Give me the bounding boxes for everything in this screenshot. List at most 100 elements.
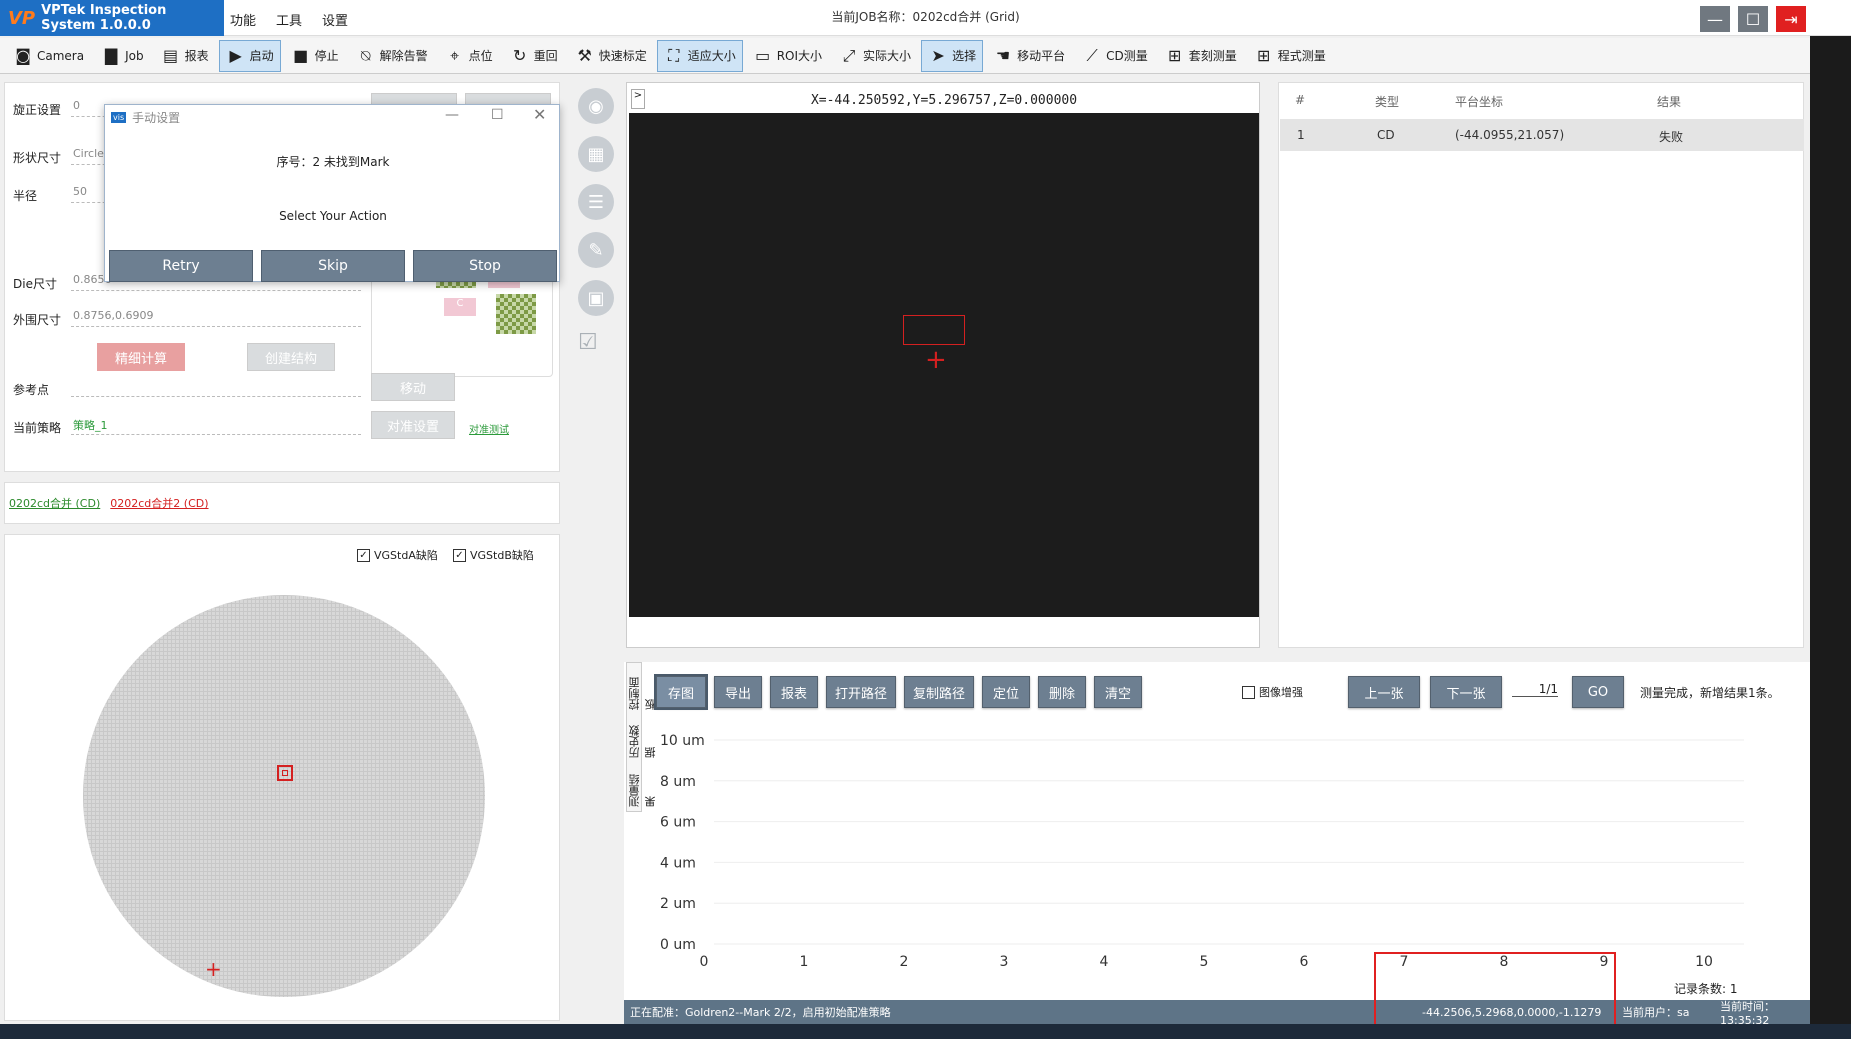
menu-settings[interactable]: 设置: [322, 10, 348, 29]
toolbar-button-16[interactable]: ⊞ 程式测量: [1247, 40, 1333, 72]
strategy-field[interactable]: 策略_1: [71, 417, 361, 435]
toolbar-button-13[interactable]: ☚ 移动平台: [986, 40, 1072, 72]
outer-size-label: 外围尺寸: [13, 313, 62, 327]
row-result: 失败: [1659, 130, 1684, 144]
skip-button[interactable]: Skip: [261, 250, 405, 282]
record-count: 记录条数: 1: [1674, 982, 1738, 996]
job-link-1[interactable]: 0202cd合并 (CD): [9, 495, 100, 511]
checkbox-a-icon[interactable]: ✓: [357, 548, 370, 562]
toolbar-button-7[interactable]: ↻ 重回: [503, 40, 565, 72]
next-image-button[interactable]: 下一张: [1430, 676, 1502, 708]
job-link-2[interactable]: 0202cd合并2 (CD): [110, 495, 208, 511]
align-test-link[interactable]: 对准测试: [469, 421, 509, 436]
taskbar: [0, 1024, 1851, 1039]
check-a[interactable]: ✓ VGStdA缺陷: [357, 547, 438, 563]
job-links: 0202cd合并 (CD) 0202cd合并2 (CD): [4, 482, 560, 524]
refresh-icon: ↻: [512, 46, 527, 65]
toolbar-button-9[interactable]: ⛶ 适应大小: [656, 39, 743, 72]
toolbar-label: 移动平台: [1017, 49, 1066, 63]
create-structure-button[interactable]: 创建结构: [247, 343, 335, 371]
list-tool-icon[interactable]: ☰: [578, 184, 614, 220]
toolbar-button-14[interactable]: ⟋ CD测量: [1075, 40, 1155, 72]
y-tick-label: 0 um: [660, 937, 696, 953]
col-header-coords: 平台坐标: [1455, 95, 1504, 109]
tab-control[interactable]: 控制面板: [627, 667, 657, 710]
toolbar-button-3[interactable]: ▶ 启动: [218, 39, 281, 72]
fine-calc-button[interactable]: 精细计算: [97, 343, 185, 371]
action-button-2[interactable]: 报表: [770, 676, 818, 708]
status-message: 正在配准：Goldren2--Mark 2/2，启用初始配准策略: [630, 1006, 891, 1019]
toolbar-button-12[interactable]: ➤ 选择: [921, 39, 984, 72]
status-user: 当前用户：sa: [1622, 1006, 1690, 1019]
col-header-result: 结果: [1657, 95, 1682, 109]
x-tick-label: 5: [1200, 954, 1209, 970]
toolbar-button-6[interactable]: ⌖ 点位: [438, 40, 500, 72]
prev-image-button[interactable]: 上一张: [1348, 676, 1420, 708]
enhance-checkbox[interactable]: [1242, 685, 1255, 699]
action-button-3[interactable]: 打开路径: [826, 676, 896, 708]
toolbar-label: Job: [125, 48, 144, 63]
dialog-minimize-icon[interactable]: —: [445, 107, 459, 123]
minimize-button[interactable]: —: [1700, 6, 1730, 32]
row-index: 1: [1297, 128, 1305, 142]
fit-icon: ⛶: [668, 45, 680, 65]
camera-tool-icon[interactable]: ◉: [578, 88, 614, 124]
menu-tools[interactable]: 工具: [276, 10, 302, 29]
maximize-button[interactable]: ☐: [1738, 6, 1768, 32]
page-field[interactable]: 1/1: [1512, 682, 1558, 697]
roi-rectangle[interactable]: [903, 315, 965, 345]
check-b[interactable]: ✓ VGStdB缺陷: [453, 547, 534, 563]
stop-icon: ■: [293, 46, 309, 65]
toolbar-button-2[interactable]: ▤ 报表: [154, 40, 216, 72]
go-button[interactable]: GO: [1572, 676, 1624, 708]
toolbar-button-4[interactable]: ■ 停止: [284, 40, 346, 72]
reference-field[interactable]: [71, 379, 361, 397]
status-bar: 正在配准：Goldren2--Mark 2/2，启用初始配准策略 -44.250…: [624, 1000, 1810, 1027]
plus-icon: ⊞: [1168, 46, 1182, 65]
camera-image[interactable]: +: [629, 113, 1259, 617]
toolbar-label: 启动: [249, 49, 274, 63]
briefcase-icon: ▇: [104, 46, 118, 65]
dialog-maximize-icon[interactable]: ☐: [491, 107, 504, 123]
menu-function[interactable]: 功能: [230, 10, 256, 29]
outer-size-field[interactable]: 0.8756,0.6909: [71, 309, 361, 327]
action-button-5[interactable]: 定位: [982, 676, 1030, 708]
dialog-close-icon[interactable]: ✕: [533, 105, 546, 124]
row-coords: (-44.0955,21.057): [1455, 128, 1565, 142]
action-button-0[interactable]: 存图: [654, 674, 708, 710]
checkbox-b-icon[interactable]: ✓: [453, 548, 466, 562]
manual-settings-dialog: vis 手动设置 — ☐ ✕ 序号：2 未找到Mark Select Your …: [104, 104, 560, 282]
action-button-4[interactable]: 复制路径: [904, 676, 974, 708]
toolbar-button-5[interactable]: ⍉ 解除告警: [349, 40, 435, 72]
action-button-6[interactable]: 删除: [1038, 676, 1086, 708]
move-button[interactable]: 移动: [371, 373, 455, 401]
camera-icon: ◙: [15, 46, 31, 65]
toolbar-button-8[interactable]: ⚒ 快速标定: [568, 40, 654, 72]
toolbar-button-1[interactable]: ▇ Job: [94, 40, 151, 72]
grid-tool-icon[interactable]: ▦: [578, 136, 614, 172]
toolbar-button-0[interactable]: ◙ Camera: [6, 40, 91, 72]
action-button-1[interactable]: 导出: [714, 676, 762, 708]
action-button-7[interactable]: 清空: [1094, 676, 1142, 708]
origin-cross-icon: +: [205, 957, 222, 981]
checklist-icon[interactable]: ☑: [578, 330, 598, 355]
rotate-label: 旋正设置: [13, 103, 62, 117]
x-tick-label: 2: [900, 954, 909, 970]
wrench-icon: ⚒: [577, 46, 592, 65]
toolbar-button-10[interactable]: ▭ ROI大小: [746, 40, 829, 72]
expand-icon: ⤢: [842, 45, 856, 65]
toolbar-button-11[interactable]: ⤢ 实际大小: [832, 40, 918, 72]
stop-button[interactable]: Stop: [413, 250, 557, 282]
y-tick-label: 4 um: [660, 855, 696, 871]
image-tool-icon[interactable]: ▣: [578, 280, 614, 316]
toolbar-button-15[interactable]: ⊞ 套刻测量: [1158, 40, 1244, 72]
col-header-type: 类型: [1375, 95, 1400, 109]
highlight-box: [1374, 952, 1616, 1030]
plus-icon: ⊞: [1257, 46, 1271, 65]
retry-button[interactable]: Retry: [109, 250, 253, 282]
enhance-toggle[interactable]: 图像增强: [1242, 684, 1303, 700]
exit-button[interactable]: ⇥: [1776, 6, 1806, 32]
measure-tool-icon[interactable]: ✎: [578, 232, 614, 268]
wafer-map[interactable]: [83, 595, 485, 997]
align-settings-button[interactable]: 对准设置: [371, 411, 455, 439]
